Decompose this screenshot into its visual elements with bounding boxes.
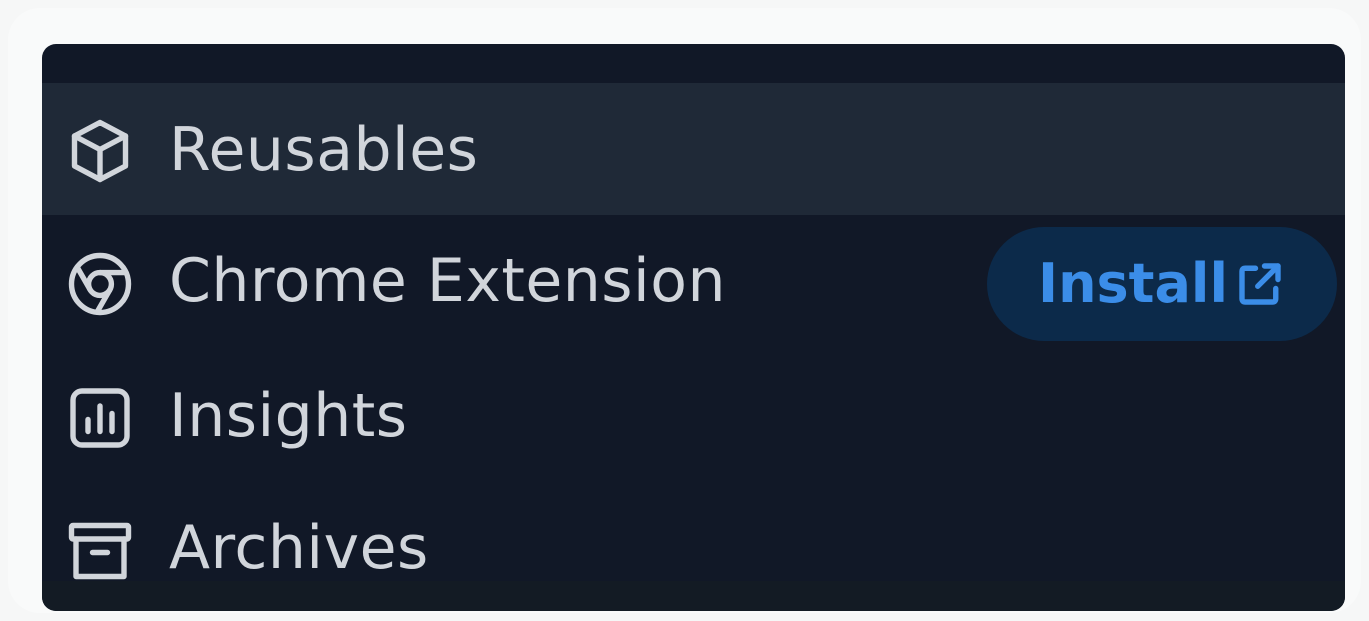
nav-item-reusables[interactable]: Reusables	[42, 83, 1345, 215]
install-button[interactable]: Install	[987, 227, 1337, 341]
cube-icon	[64, 115, 136, 187]
bar-chart-icon	[64, 382, 136, 454]
nav-item-label: Archives	[169, 513, 429, 583]
panel-bottom-edge	[42, 581, 1345, 611]
window-frame: Reusables Chrome Extension Install Insig…	[8, 8, 1361, 613]
nav-item-insights[interactable]: Insights	[42, 347, 1345, 479]
nav-item-label: Insights	[169, 381, 408, 451]
install-button-label: Install	[1038, 252, 1228, 315]
chrome-icon	[64, 248, 136, 320]
external-link-icon	[1233, 257, 1287, 311]
archive-box-icon	[64, 515, 136, 587]
nav-item-label: Chrome Extension	[169, 246, 726, 316]
nav-item-label: Reusables	[169, 115, 479, 185]
sidebar-nav: Reusables Chrome Extension Install Insig…	[42, 44, 1345, 611]
